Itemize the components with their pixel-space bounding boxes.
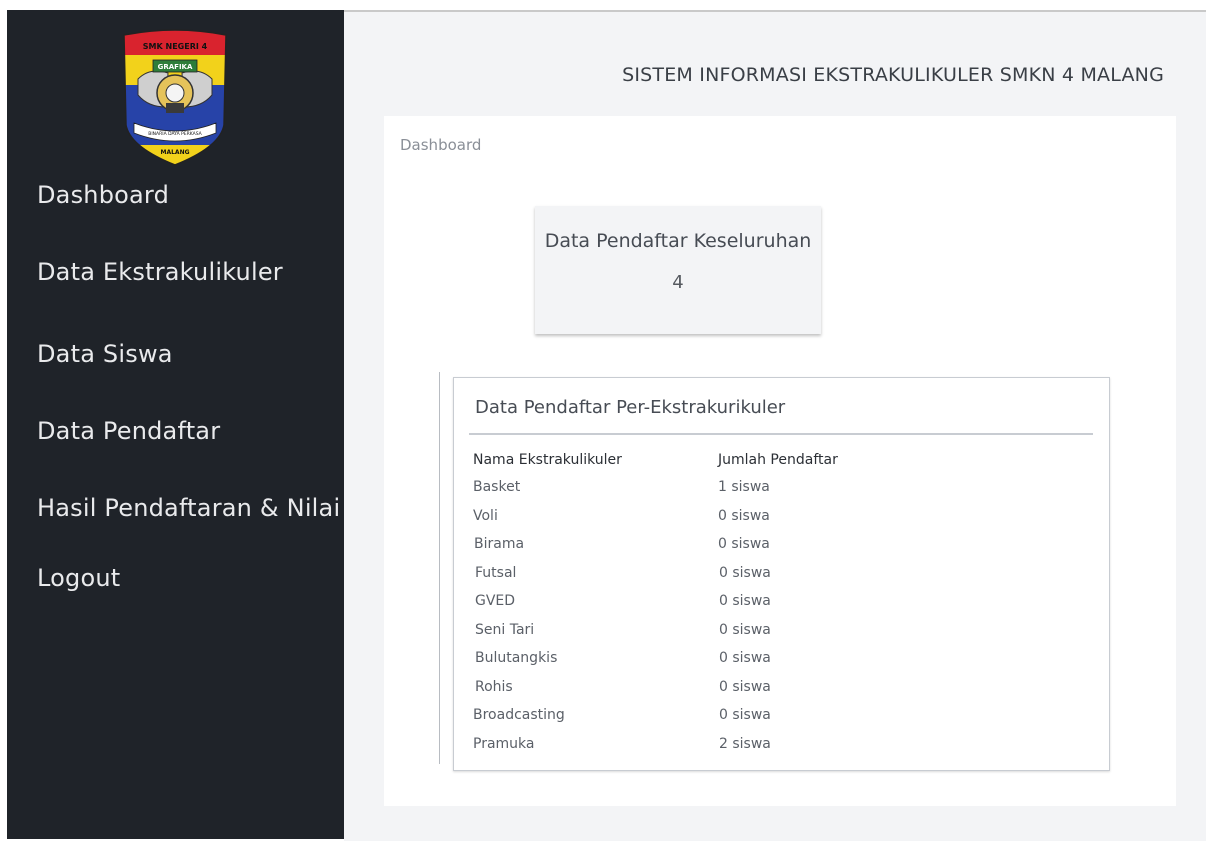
row-count: 0 siswa: [719, 650, 771, 666]
table-title: Data Pendaftar Per-Ekstrakurikuler: [475, 397, 786, 418]
sidebar-item-logout[interactable]: Logout: [37, 564, 120, 592]
sidebar-item-data-pendaftar[interactable]: Data Pendaftar: [37, 417, 220, 445]
app-window: GRAFIKA SMK NEGERI 4 BINARIA DAYA PERKAS…: [0, 0, 1206, 841]
total-registrants-title: Data Pendaftar Keseluruhan: [544, 230, 812, 252]
sidebar: GRAFIKA SMK NEGERI 4 BINARIA DAYA PERKAS…: [7, 10, 344, 839]
logo-band-text: GRAFIKA: [158, 63, 193, 71]
row-name: Broadcasting: [473, 707, 565, 723]
divider: [439, 372, 440, 764]
row-count: 0 siswa: [719, 707, 771, 723]
row-count: 0 siswa: [719, 622, 771, 638]
row-count: 0 siswa: [719, 565, 771, 581]
total-registrants-value: 4: [672, 272, 684, 293]
sidebar-item-data-ekstrakulikuler[interactable]: Data Ekstrakulikuler: [37, 258, 283, 286]
logo-ribbon-text: BINARIA DAYA PERKASA: [148, 131, 202, 137]
registrants-per-extracurricular-card: Data Pendaftar Per-Ekstrakurikuler Nama …: [453, 377, 1110, 771]
row-name: Basket: [473, 479, 521, 495]
row-name: Futsal: [475, 565, 517, 581]
breadcrumb: Dashboard: [400, 136, 482, 154]
row-name: Seni Tari: [475, 622, 535, 638]
row-name: Pramuka: [473, 736, 535, 752]
logo-top-text: SMK NEGERI 4: [143, 42, 208, 51]
row-name: Birama: [474, 536, 525, 552]
row-count: 2 siswa: [719, 736, 771, 752]
row-name: Bulutangkis: [475, 650, 558, 666]
sidebar-item-data-siswa[interactable]: Data Siswa: [37, 340, 173, 368]
logo-bottom-text: MALANG: [160, 149, 189, 156]
column-header-count: Jumlah Pendaftar: [718, 452, 838, 468]
school-logo: GRAFIKA SMK NEGERI 4 BINARIA DAYA PERKAS…: [123, 29, 227, 166]
divider: [469, 433, 1093, 435]
total-registrants-card: Data Pendaftar Keseluruhan 4: [535, 206, 821, 334]
row-count: 0 siswa: [718, 536, 770, 552]
row-name: Voli: [473, 508, 498, 524]
page-title: SISTEM INFORMASI EKSTRAKULIKULER SMKN 4 …: [622, 64, 1164, 86]
column-header-name: Nama Ekstrakulikuler: [473, 452, 622, 468]
row-count: 0 siswa: [718, 508, 770, 524]
row-count: 1 siswa: [718, 479, 770, 495]
row-count: 0 siswa: [719, 593, 771, 609]
content-panel: Dashboard Data Pendaftar Keseluruhan 4 D…: [384, 116, 1176, 806]
row-name: Rohis: [475, 679, 513, 695]
main-area: SISTEM INFORMASI EKSTRAKULIKULER SMKN 4 …: [344, 10, 1206, 841]
sidebar-item-dashboard[interactable]: Dashboard: [37, 181, 169, 209]
row-count: 0 siswa: [719, 679, 771, 695]
sidebar-item-hasil-pendaftaran-nilai[interactable]: Hasil Pendaftaran & Nilai: [37, 494, 340, 522]
row-name: GVED: [475, 593, 516, 609]
